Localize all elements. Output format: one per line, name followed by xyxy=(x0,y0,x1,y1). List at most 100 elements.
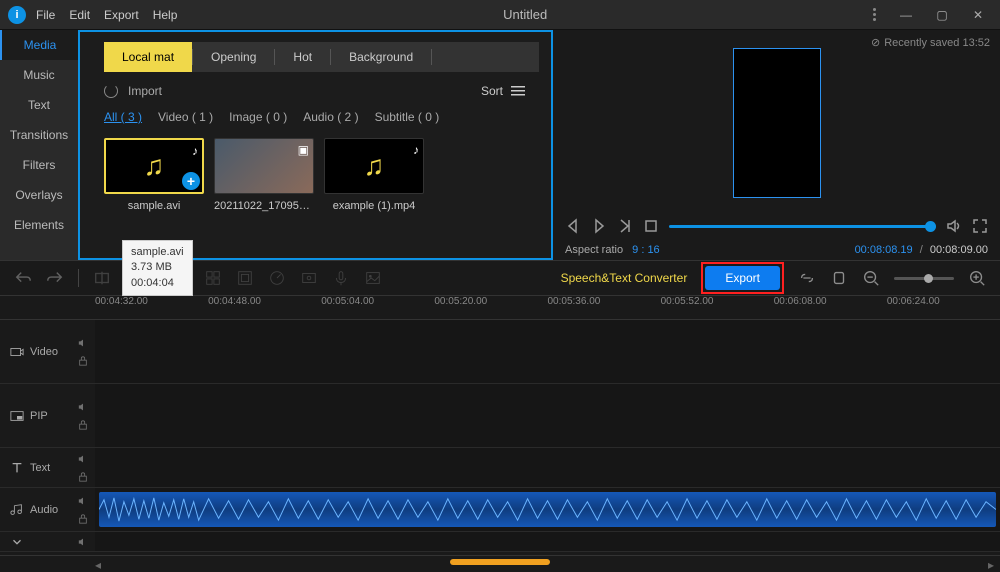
media-panel: Local mat Opening Hot Background Import … xyxy=(78,30,553,260)
mute-icon[interactable] xyxy=(78,454,88,464)
export-button[interactable]: Export xyxy=(705,266,780,290)
redo-button[interactable] xyxy=(46,269,64,287)
media-thumb-sample[interactable]: ♫ ♪ + sample.avi xyxy=(104,138,204,212)
track-audio[interactable]: Audio xyxy=(0,488,1000,532)
horizontal-scrollbar[interactable]: ◂ ▸ xyxy=(0,555,1000,567)
scroll-left-icon[interactable]: ◂ xyxy=(95,558,101,572)
lock-icon[interactable] xyxy=(78,472,88,482)
voice-button[interactable] xyxy=(332,269,350,287)
category-tab-local[interactable]: Local mat xyxy=(104,42,192,72)
zoom-button[interactable] xyxy=(300,269,318,287)
track-body[interactable] xyxy=(95,320,1000,383)
track-extra[interactable] xyxy=(0,532,1000,552)
undo-button[interactable] xyxy=(14,269,32,287)
volume-icon[interactable] xyxy=(946,218,962,234)
aspect-ratio-value[interactable]: 9 : 16 xyxy=(632,244,660,256)
zoom-slider[interactable] xyxy=(894,277,954,280)
lock-icon[interactable] xyxy=(78,514,88,524)
sidebar-item-overlays[interactable]: Overlays xyxy=(0,180,78,210)
time-duration: 00:08:09.00 xyxy=(930,244,988,256)
window-title: Untitled xyxy=(177,7,873,22)
filter-video[interactable]: Video ( 1 ) xyxy=(158,110,213,124)
mosaic-button[interactable] xyxy=(204,269,222,287)
refresh-icon[interactable] xyxy=(104,84,118,98)
track-body[interactable] xyxy=(95,532,1000,551)
filter-audio[interactable]: Audio ( 2 ) xyxy=(303,110,358,124)
aspect-ratio-label: Aspect ratio xyxy=(565,244,623,256)
scrollbar-thumb[interactable] xyxy=(450,559,550,565)
play-button[interactable] xyxy=(591,218,607,234)
audio-waveform[interactable] xyxy=(99,492,996,527)
next-button[interactable] xyxy=(617,218,633,234)
track-text[interactable]: Text xyxy=(0,448,1000,488)
media-thumb-example[interactable]: ♫ ♪ example (1).mp4 xyxy=(324,138,424,212)
track-pip[interactable]: PIP xyxy=(0,384,1000,448)
time-current: 00:08:08.19 xyxy=(855,244,913,256)
chevron-down-icon[interactable] xyxy=(10,535,24,549)
music-notes-icon: ♫ xyxy=(325,139,423,193)
scroll-right-icon[interactable]: ▸ xyxy=(988,558,994,572)
mute-icon[interactable] xyxy=(78,496,88,506)
menu-help[interactable]: Help xyxy=(153,8,178,22)
player-controls xyxy=(565,218,988,234)
speed-button[interactable] xyxy=(268,269,286,287)
sidebar-item-music[interactable]: Music xyxy=(0,60,78,90)
menu-export[interactable]: Export xyxy=(104,8,139,22)
export-highlight: Export xyxy=(701,262,784,294)
window-minimize-button[interactable]: — xyxy=(892,5,920,25)
marker-button[interactable] xyxy=(830,269,848,287)
thumb-label: sample.avi xyxy=(128,200,181,212)
import-button[interactable]: Import xyxy=(128,84,162,98)
sidebar-item-elements[interactable]: Elements xyxy=(0,210,78,240)
menu-edit[interactable]: Edit xyxy=(69,8,90,22)
category-tab-background[interactable]: Background xyxy=(331,42,431,72)
sidebar: Media Music Text Transitions Filters Ove… xyxy=(0,30,78,260)
sort-button[interactable]: Sort xyxy=(481,84,527,98)
titlebar: i File Edit Export Help Untitled — ▢ ✕ xyxy=(0,0,1000,30)
sidebar-item-text[interactable]: Text xyxy=(0,90,78,120)
track-head-pip: PIP xyxy=(0,384,70,447)
sidebar-item-transitions[interactable]: Transitions xyxy=(0,120,78,150)
timeline-ruler[interactable]: 00:04:32.00 00:04:48.00 00:05:04.00 00:0… xyxy=(0,296,1000,320)
track-body[interactable] xyxy=(95,384,1000,447)
sidebar-item-filters[interactable]: Filters xyxy=(0,150,78,180)
mute-icon[interactable] xyxy=(78,402,88,412)
speech-text-converter-button[interactable]: Speech&Text Converter xyxy=(561,271,688,285)
freeze-button[interactable] xyxy=(236,269,254,287)
category-tab-opening[interactable]: Opening xyxy=(193,42,274,72)
window-more-icon[interactable] xyxy=(873,8,876,21)
prev-button[interactable] xyxy=(565,218,581,234)
window-maximize-button[interactable]: ▢ xyxy=(928,5,956,25)
progress-knob[interactable] xyxy=(925,221,936,232)
mute-icon[interactable] xyxy=(78,537,88,547)
filter-image[interactable]: Image ( 0 ) xyxy=(229,110,287,124)
filter-subtitle[interactable]: Subtitle ( 0 ) xyxy=(375,110,440,124)
window-close-button[interactable]: ✕ xyxy=(964,5,992,25)
mute-icon[interactable] xyxy=(78,338,88,348)
filter-all[interactable]: All ( 3 ) xyxy=(104,110,142,124)
sidebar-item-media[interactable]: Media xyxy=(0,30,78,60)
menu-bar: File Edit Export Help xyxy=(36,8,177,22)
zoom-in-button[interactable] xyxy=(968,269,986,287)
picture-button[interactable] xyxy=(364,269,382,287)
add-to-timeline-button[interactable]: + xyxy=(182,172,200,190)
zoom-out-button[interactable] xyxy=(862,269,880,287)
text-track-icon xyxy=(10,461,24,475)
fullscreen-icon[interactable] xyxy=(972,218,988,234)
stop-button[interactable] xyxy=(643,218,659,234)
track-body[interactable] xyxy=(95,488,1000,531)
zoom-knob[interactable] xyxy=(924,274,933,283)
track-video[interactable]: Video xyxy=(0,320,1000,384)
menu-file[interactable]: File xyxy=(36,8,55,22)
lock-icon[interactable] xyxy=(78,356,88,366)
media-thumb-video[interactable]: ▣ 20211022_170955... xyxy=(214,138,314,212)
preview-screen[interactable] xyxy=(733,48,821,198)
link-button[interactable] xyxy=(798,269,816,287)
progress-bar[interactable] xyxy=(669,225,936,228)
check-icon: ⊘ xyxy=(871,36,880,49)
split-button[interactable] xyxy=(93,269,111,287)
app-logo: i xyxy=(8,6,26,24)
track-body[interactable] xyxy=(95,448,1000,487)
lock-icon[interactable] xyxy=(78,420,88,430)
category-tab-hot[interactable]: Hot xyxy=(275,42,330,72)
